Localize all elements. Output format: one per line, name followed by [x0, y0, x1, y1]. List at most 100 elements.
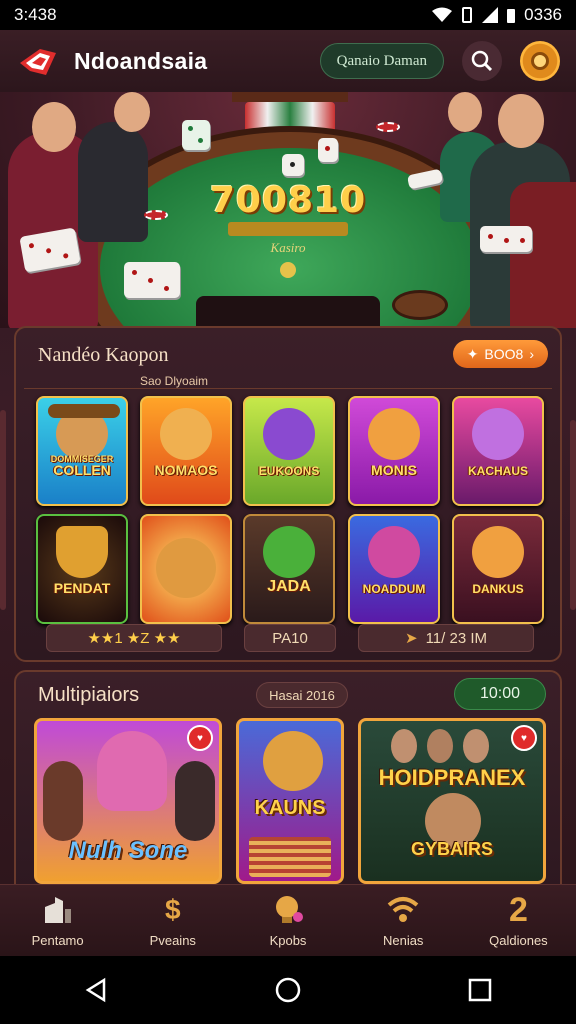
- app-screen: 3:438 0336 Ndoandsaia Qanaio Daman 70081…: [0, 0, 576, 1024]
- game-title: JADA: [267, 578, 311, 595]
- game-title: COLLEN: [53, 462, 111, 478]
- character-icon: [472, 526, 524, 578]
- section-title: Multipiaiors: [38, 684, 140, 706]
- bulb-icon: [276, 896, 303, 923]
- home-circle-icon[interactable]: [274, 976, 302, 1004]
- brand-logo-icon[interactable]: [16, 41, 60, 81]
- game-card[interactable]: DANKUS: [452, 514, 544, 624]
- time-badge[interactable]: 10:00: [454, 678, 546, 710]
- time-pill: ➤ 11/ 23 IM: [358, 624, 534, 652]
- status-icons: 0336: [432, 5, 562, 25]
- character-icon: [160, 408, 212, 460]
- game-card[interactable]: HOIDPRANEX GYBAIRS ♥: [358, 718, 546, 884]
- app-title: Ndoandsaia: [74, 47, 208, 74]
- shield-icon: [56, 526, 108, 578]
- game-title: KACHAUS: [468, 464, 528, 478]
- header-action-button[interactable]: Qanaio Daman: [319, 43, 444, 79]
- nav-label: Kpobs: [269, 933, 307, 948]
- player-head: [448, 92, 482, 132]
- chevron-right-icon: ›: [529, 346, 534, 362]
- character-icon: [472, 408, 524, 460]
- chair: [510, 182, 576, 328]
- heart-badge-icon: ♥: [187, 725, 213, 751]
- game-title: NOADDUM: [362, 582, 426, 596]
- game-card[interactable]: PENDAT: [36, 514, 128, 624]
- rating-pill: ★★1 ★Z ★★: [46, 624, 222, 652]
- sparkle-icon: ✦: [466, 345, 479, 362]
- player-head: [114, 92, 150, 132]
- battery-icon: [507, 9, 516, 23]
- nav-item-kpobs[interactable]: Kpobs: [230, 885, 345, 956]
- game-card[interactable]: JADA: [243, 514, 335, 624]
- player-head: [32, 102, 76, 152]
- bottom-nav: Pentamo $ Pveains Kpobs Nenias 2 Qaldion…: [0, 884, 576, 956]
- cup-holder: [392, 290, 448, 320]
- game-card[interactable]: NOMAOS: [140, 396, 232, 506]
- number-two-icon: 2: [508, 890, 528, 929]
- game-title: PENDAT: [53, 580, 111, 596]
- status-time: 3:438: [14, 5, 57, 24]
- game-card[interactable]: DOMMISEGER COLLEN: [36, 396, 128, 506]
- character-icon: [263, 731, 323, 791]
- status-right-text: 0336: [524, 5, 562, 24]
- game-title: NOMAOS: [154, 462, 218, 478]
- game-title: HOIDPRANEX: [378, 765, 526, 790]
- recents-icon[interactable]: [466, 976, 494, 1004]
- character-icon: [263, 408, 315, 460]
- nav-label: Pveains: [149, 933, 196, 948]
- game-card[interactable]: Nulh Sone ♥: [34, 718, 222, 884]
- chip-icon: [376, 122, 400, 132]
- dice-icon: [282, 154, 304, 176]
- nav-item-qaldiones[interactable]: 2 Qaldiones: [461, 885, 576, 956]
- section-tag[interactable]: ✦ BOO8 ›: [452, 340, 548, 368]
- multiplayer-panel: Multipiaiors Hasai 2016 10:00 Nulh Sone …: [14, 670, 562, 900]
- game-card[interactable]: NOADDUM: [348, 514, 440, 624]
- status-bar: 3:438 0336: [0, 0, 576, 30]
- dice-icon: [318, 138, 338, 162]
- game-title: KAUNS: [254, 797, 326, 819]
- coin-icon: [531, 52, 549, 70]
- nav-label: Qaldiones: [489, 933, 548, 948]
- character-icon: [368, 408, 420, 460]
- vibrate-icon: [462, 7, 473, 23]
- chip-stacks: [245, 102, 335, 136]
- count-pill: PA10: [244, 624, 336, 652]
- chip-icon: [144, 210, 168, 220]
- game-card[interactable]: KACHAUS: [452, 396, 544, 506]
- signal-icon: [482, 7, 499, 23]
- wifi-status-icon: [432, 7, 453, 22]
- nav-item-nenias[interactable]: Nenias: [346, 885, 461, 956]
- game-title: DANKUS: [472, 582, 524, 596]
- system-nav-bar: [0, 956, 576, 1024]
- back-icon[interactable]: [82, 976, 110, 1004]
- section-title: Nandéo Kaopon: [38, 344, 169, 366]
- table-chip: [280, 262, 296, 278]
- time-label: 11/ 23 IM: [425, 629, 487, 647]
- character-icon: [97, 731, 167, 811]
- wifi-icon: [387, 897, 419, 922]
- arrow-icon: ➤: [405, 630, 418, 647]
- tag-label: BOO8: [484, 346, 524, 362]
- player-head: [498, 94, 544, 148]
- game-card[interactable]: MONIS: [348, 396, 440, 506]
- nav-item-pveains[interactable]: $ Pveains: [115, 885, 230, 956]
- dice-icon: [182, 120, 210, 150]
- search-button[interactable]: [462, 41, 502, 81]
- game-card[interactable]: KAUNS: [236, 718, 344, 884]
- game-subtitle: GYBAIRS: [410, 839, 493, 859]
- dice-icon: [124, 262, 180, 298]
- hero-banner[interactable]: 700810 Kasiro: [0, 92, 576, 328]
- coin-menu-button[interactable]: [520, 41, 560, 81]
- section-subheader: Sao Dlyoaim: [136, 374, 213, 389]
- game-card[interactable]: EUKOONS: [243, 396, 335, 506]
- dollar-icon: $: [165, 894, 181, 925]
- nav-label: Nenias: [382, 933, 424, 948]
- nav-label: Pentamo: [31, 933, 84, 948]
- date-pill: Hasai 2016: [256, 682, 348, 708]
- character-icon: [368, 526, 420, 578]
- player-figure: [78, 122, 148, 242]
- game-card[interactable]: [140, 514, 232, 624]
- nav-item-pentamo[interactable]: Pentamo: [0, 885, 115, 956]
- home-icon: [44, 897, 71, 923]
- app-header: Ndoandsaia Qanaio Daman: [0, 30, 576, 92]
